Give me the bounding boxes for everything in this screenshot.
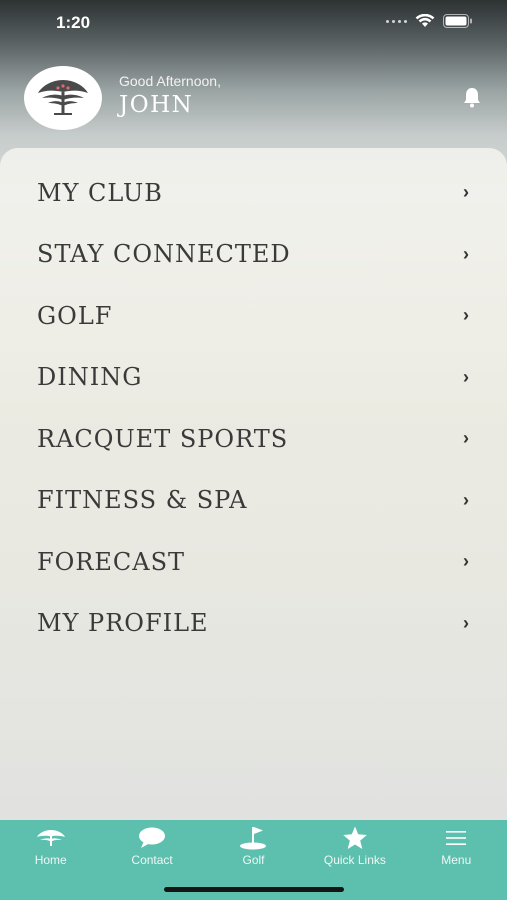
cellular-signal-icon bbox=[386, 19, 407, 23]
chevron-right-icon: › bbox=[463, 428, 469, 449]
menu-item-my-club[interactable]: MY CLUB › bbox=[0, 162, 507, 224]
tab-home[interactable]: Home bbox=[0, 820, 101, 878]
menu-item-label: STAY CONNECTED bbox=[37, 240, 291, 269]
tab-label: Golf bbox=[242, 853, 265, 867]
menu-item-stay-connected[interactable]: STAY CONNECTED › bbox=[0, 224, 507, 286]
golf-flag-icon bbox=[203, 827, 304, 850]
tab-label: Quick Links bbox=[323, 853, 386, 867]
club-logo-icon bbox=[34, 76, 92, 121]
main-menu-list: MY CLUB › STAY CONNECTED › GOLF › DINING… bbox=[0, 162, 507, 654]
menu-item-label: FORECAST bbox=[37, 547, 186, 576]
header: Good Afternoon, JOHN bbox=[0, 64, 507, 134]
chevron-right-icon: › bbox=[463, 612, 469, 633]
wifi-icon bbox=[415, 14, 435, 28]
home-indicator[interactable] bbox=[164, 887, 344, 892]
chat-bubble-icon bbox=[101, 827, 202, 849]
chevron-right-icon: › bbox=[463, 243, 469, 264]
menu-item-racquet-sports[interactable]: RACQUET SPORTS › bbox=[0, 408, 507, 470]
tab-contact[interactable]: Contact bbox=[101, 820, 202, 878]
notification-bell-icon[interactable] bbox=[461, 86, 483, 113]
menu-item-label: MY CLUB bbox=[37, 178, 163, 207]
status-time: 1:20 bbox=[56, 13, 91, 32]
chevron-right-icon: › bbox=[463, 182, 469, 203]
menu-item-label: RACQUET SPORTS bbox=[37, 424, 289, 453]
menu-item-fitness-spa[interactable]: FITNESS & SPA › bbox=[0, 470, 507, 532]
chevron-right-icon: › bbox=[463, 305, 469, 326]
menu-item-label: GOLF bbox=[37, 301, 113, 330]
menu-item-dining[interactable]: DINING › bbox=[0, 347, 507, 409]
club-logo-avatar[interactable] bbox=[24, 66, 102, 130]
menu-item-my-profile[interactable]: MY PROFILE › bbox=[0, 593, 507, 655]
tab-label: Contact bbox=[131, 853, 173, 867]
tab-quick-links[interactable]: Quick Links bbox=[304, 820, 405, 878]
user-name: JOHN bbox=[119, 92, 194, 118]
chevron-right-icon: › bbox=[463, 366, 469, 387]
greeting-text: Good Afternoon, bbox=[119, 73, 221, 89]
menu-item-label: DINING bbox=[37, 363, 143, 392]
menu-item-label: FITNESS & SPA bbox=[37, 486, 248, 515]
menu-item-golf[interactable]: GOLF › bbox=[0, 285, 507, 347]
menu-item-forecast[interactable]: FORECAST › bbox=[0, 531, 507, 593]
tab-label: Home bbox=[34, 853, 67, 867]
tab-golf[interactable]: Golf bbox=[203, 820, 304, 878]
status-icons bbox=[386, 14, 473, 28]
hamburger-menu-icon bbox=[406, 827, 507, 849]
tab-label: Menu bbox=[441, 853, 472, 867]
menu-item-label: MY PROFILE bbox=[37, 609, 209, 638]
main-menu-card: MY CLUB › STAY CONNECTED › GOLF › DINING… bbox=[0, 148, 507, 820]
chevron-right-icon: › bbox=[463, 551, 469, 572]
chevron-right-icon: › bbox=[463, 489, 469, 510]
tab-menu[interactable]: Menu bbox=[406, 820, 507, 878]
star-icon bbox=[304, 826, 405, 849]
club-logo-icon bbox=[0, 827, 101, 849]
status-bar: 1:20 bbox=[0, 0, 507, 48]
battery-icon bbox=[443, 14, 473, 28]
